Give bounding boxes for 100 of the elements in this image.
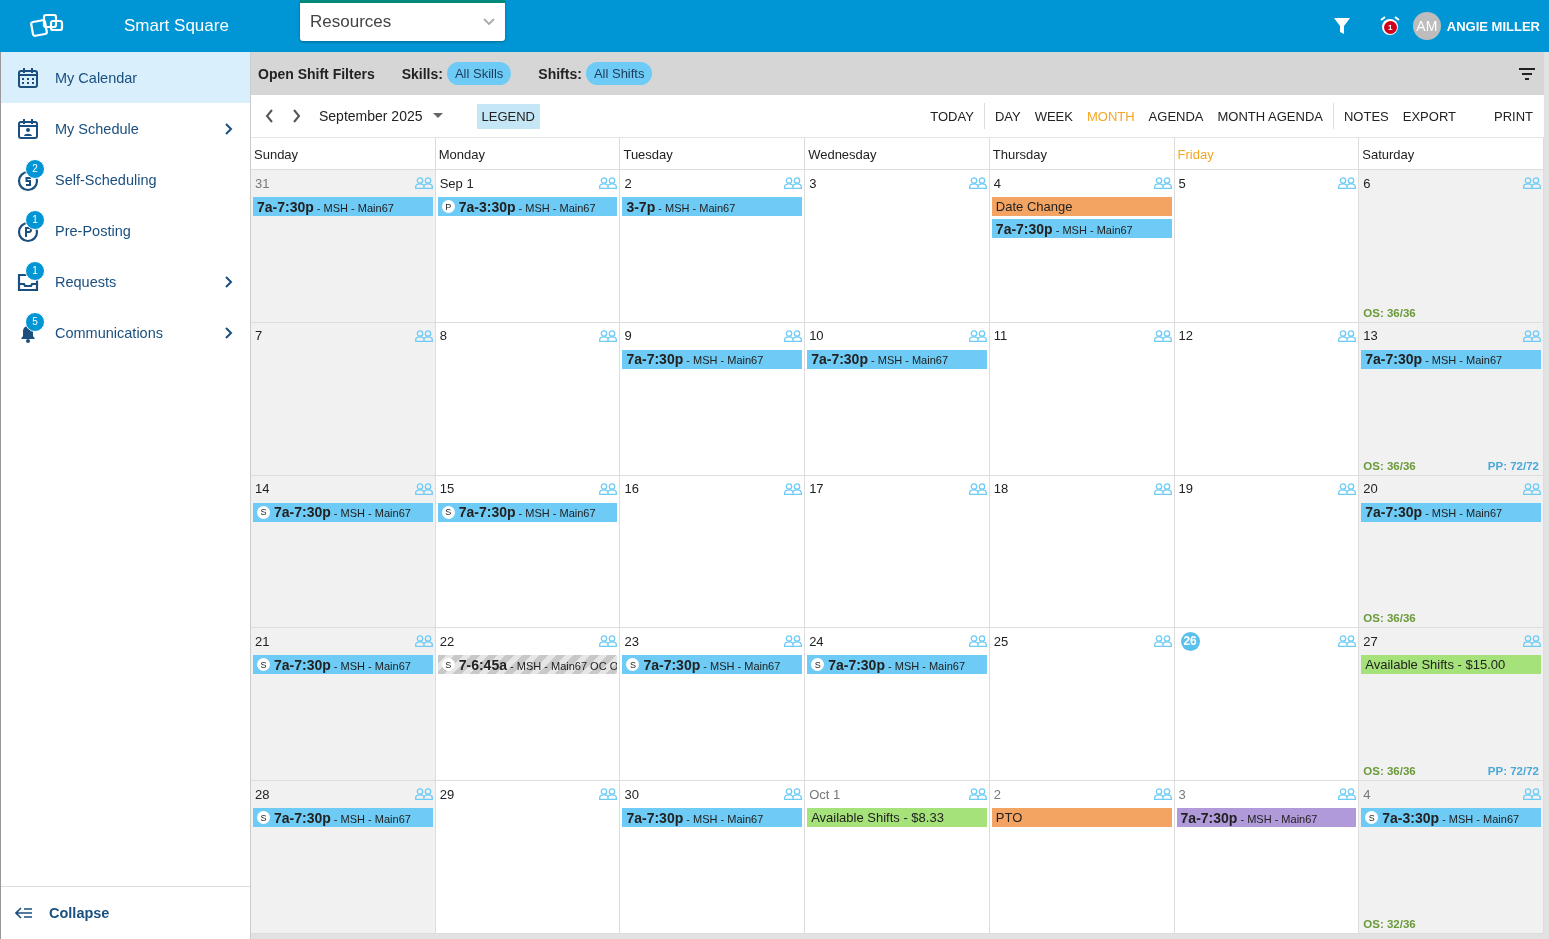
shift-event[interactable]: Available Shifts - $8.33 [807,808,987,828]
people-icon[interactable] [414,635,433,648]
view-tab[interactable]: EXPORT [1395,108,1463,124]
day-cell[interactable]: 13 7a-7:30p - MSH - Main67 OS: 36/36 PP: 72/72 [1359,322,1544,476]
people-icon[interactable] [784,177,803,189]
people-icon[interactable] [1338,788,1357,801]
people-icon[interactable] [1338,635,1357,648]
people-icon[interactable] [599,329,618,342]
shift-event[interactable]: 7a-7:30p - MSH - Main67 [1361,502,1541,522]
day-cell[interactable]: 31 7a-7:30p - MSH - Main67 [251,170,436,323]
day-cell[interactable]: 22 S 7-6:45a - MSH - Main67 OC O [435,628,621,782]
day-cell[interactable]: 28 S 7a-7:30p - MSH - Main67 [251,781,436,934]
people-icon[interactable] [1338,329,1357,342]
people-icon[interactable] [1523,482,1541,495]
day-cell[interactable]: 11 [989,322,1175,476]
chevron-right-icon[interactable] [292,109,301,123]
sidebar-item[interactable]: My Schedule [1,103,250,154]
day-cell[interactable]: 2 PTO [989,781,1175,934]
view-tab[interactable]: NOTES [1337,108,1396,124]
collapse-button[interactable]: Collapse [1,886,250,939]
shift-event[interactable]: 7a-7:30p - MSH - Main67 [1176,808,1357,828]
view-tab[interactable]: AGENDA [1141,108,1211,124]
shift-event[interactable]: P 7a-3:30p - MSH - Main67 [437,197,618,216]
people-icon[interactable] [784,788,803,801]
people-icon[interactable] [414,482,433,495]
people-icon[interactable] [1338,482,1357,495]
day-cell[interactable]: 29 [435,781,621,934]
day-cell[interactable]: 27 Available Shifts - $15.00 OS: 36/36 PP: 72/72 [1359,628,1544,782]
people-icon[interactable] [414,329,433,342]
day-cell[interactable]: 7 [251,322,436,476]
shift-event[interactable]: 7a-7:30p - MSH - Main67 [622,349,803,369]
sidebar-item[interactable]: 5 Communications [1,307,250,358]
people-icon[interactable] [1523,329,1541,342]
shift-event[interactable]: S 7a-7:30p - MSH - Main67 [622,655,803,675]
people-icon[interactable] [1153,635,1172,648]
people-icon[interactable] [599,635,618,648]
shift-event[interactable]: 7a-7:30p - MSH - Main67 [807,349,987,369]
day-cell[interactable]: 3 [805,170,990,323]
people-icon[interactable] [599,788,618,801]
alarm-clock-icon[interactable]: 1 [1378,15,1401,37]
people-icon[interactable] [784,329,803,342]
people-icon[interactable] [968,635,987,648]
shift-event[interactable]: S 7a-7:30p - MSH - Main67 [437,502,618,522]
day-cell[interactable]: 10 7a-7:30p - MSH - Main67 [805,322,990,476]
shift-event[interactable]: S 7a-7:30p - MSH - Main67 [807,655,987,675]
day-cell[interactable]: 18 [989,475,1175,629]
shift-event[interactable]: Available Shifts - $15.00 [1361,655,1541,675]
shift-event[interactable]: 7a-7:30p - MSH - Main67 [253,197,433,216]
view-tab[interactable]: DAY [987,108,1028,124]
day-cell[interactable]: 15 S 7a-7:30p - MSH - Main67 [435,475,621,629]
shift-event[interactable]: 3-7p - MSH - Main67 [622,197,803,216]
sidebar-item[interactable]: 1 Requests [1,256,250,307]
day-cell[interactable]: 2 3-7p - MSH - Main67 [620,170,806,323]
people-icon[interactable] [1153,329,1172,342]
view-tab[interactable]: PRINT [1487,108,1540,124]
people-icon[interactable] [1523,635,1541,648]
filter-icon[interactable] [1332,17,1351,35]
day-cell[interactable]: 8 [435,322,621,476]
shift-event[interactable]: Date Change [991,197,1172,216]
shift-event[interactable]: S 7a-7:30p - MSH - Main67 [253,502,433,522]
people-icon[interactable] [968,482,987,495]
view-tab[interactable]: WEEK [1027,108,1080,124]
people-icon[interactable] [968,788,987,801]
day-cell[interactable]: 25 [989,628,1175,782]
day-cell[interactable]: 9 7a-7:30p - MSH - Main67 [620,322,806,476]
shift-event[interactable]: 7a-7:30p - MSH - Main67 [622,808,803,828]
sidebar-item[interactable]: 1 Pre-Posting [1,205,250,256]
month-picker[interactable]: September 2025 [319,108,443,124]
people-icon[interactable] [599,482,618,495]
day-cell[interactable]: 6 OS: 36/36 [1359,170,1544,323]
people-icon[interactable] [414,788,433,801]
view-tab[interactable]: MONTH AGENDA [1210,108,1330,124]
people-icon[interactable] [1153,177,1172,189]
shift-event[interactable]: S 7a-7:30p - MSH - Main67 [253,808,433,828]
legend-button[interactable]: LEGEND [476,103,540,129]
shift-event[interactable]: 7a-7:30p - MSH - Main67 [1361,349,1541,369]
people-icon[interactable] [1338,177,1357,189]
people-icon[interactable] [968,329,987,342]
filter-chip[interactable]: All Shifts [585,62,653,85]
day-cell[interactable]: 14 S 7a-7:30p - MSH - Main67 [251,475,436,629]
people-icon[interactable] [414,177,433,189]
day-cell[interactable]: Sep 1 P 7a-3:30p - MSH - Main67 [435,170,621,323]
shift-event[interactable]: S 7-6:45a - MSH - Main67 OC O [437,655,618,675]
day-cell[interactable]: 16 [620,475,806,629]
day-cell[interactable]: 30 7a-7:30p - MSH - Main67 [620,781,806,934]
module-dropdown[interactable]: Resources [300,0,505,41]
people-icon[interactable] [599,177,618,189]
shift-event[interactable]: S 7a-7:30p - MSH - Main67 [253,655,433,675]
shift-event[interactable]: 7a-7:30p - MSH - Main67 [991,219,1172,238]
shift-event[interactable]: S 7a-3:30p - MSH - Main67 [1361,808,1541,828]
day-cell[interactable]: 21 S 7a-7:30p - MSH - Main67 [251,628,436,782]
day-cell[interactable]: 3 7a-7:30p - MSH - Main67 [1174,781,1360,934]
people-icon[interactable] [1523,788,1541,801]
sidebar-item[interactable]: 2 Self-Scheduling [1,154,250,205]
filter-chip[interactable]: All Skills [446,62,512,85]
people-icon[interactable] [968,177,987,189]
day-cell[interactable]: Oct 1 Available Shifts - $8.33 [805,781,990,934]
people-icon[interactable] [1153,788,1172,801]
people-icon[interactable] [1523,177,1541,189]
day-cell[interactable]: 24 S 7a-7:30p - MSH - Main67 [805,628,990,782]
